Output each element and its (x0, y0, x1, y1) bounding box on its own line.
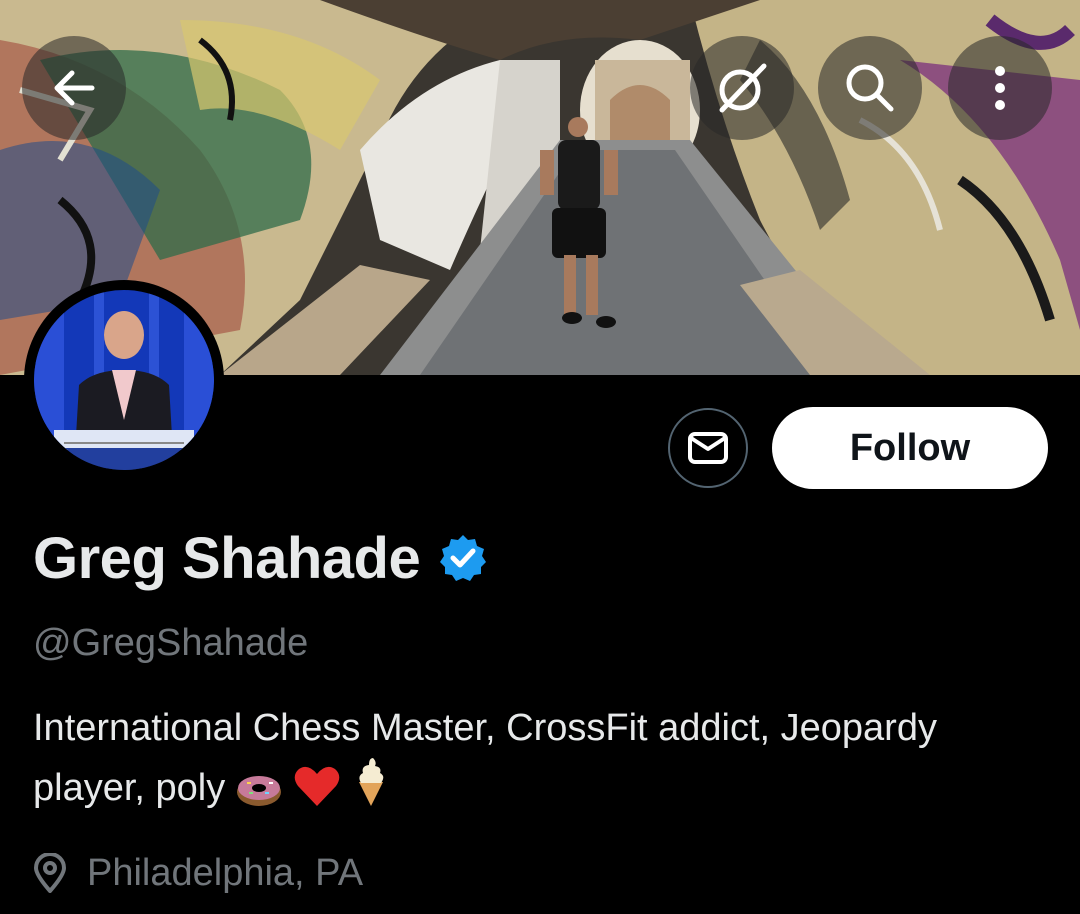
profile-location: Philadelphia, PA (33, 846, 363, 900)
avatar-image (34, 290, 214, 470)
back-button[interactable] (22, 36, 126, 140)
search-icon (846, 64, 894, 112)
profile-bio: International Chess Master, CrossFit add… (33, 700, 1043, 816)
grok-button[interactable] (690, 36, 794, 140)
profile-name-row: Greg Shahade (33, 520, 488, 596)
message-button[interactable] (668, 408, 748, 488)
doughnut-emoji-icon (237, 776, 282, 806)
avatar[interactable] (24, 280, 224, 480)
red-heart-emoji-icon (294, 766, 340, 806)
more-button[interactable] (948, 36, 1052, 140)
grok-icon (719, 63, 767, 113)
search-button[interactable] (818, 36, 922, 140)
verified-badge-icon[interactable] (438, 533, 488, 583)
display-name: Greg Shahade (33, 525, 421, 591)
follow-button[interactable]: Follow (772, 407, 1048, 489)
envelope-icon (688, 432, 728, 464)
location-text: Philadelphia, PA (87, 851, 364, 894)
bio-text: International Chess Master, CrossFit add… (33, 707, 937, 809)
soft-ice-cream-emoji-icon (359, 758, 384, 806)
back-arrow-icon (54, 70, 95, 106)
location-pin-icon (34, 853, 66, 893)
profile-handle: @GregShahade (33, 622, 309, 664)
more-vertical-icon (995, 66, 1005, 110)
